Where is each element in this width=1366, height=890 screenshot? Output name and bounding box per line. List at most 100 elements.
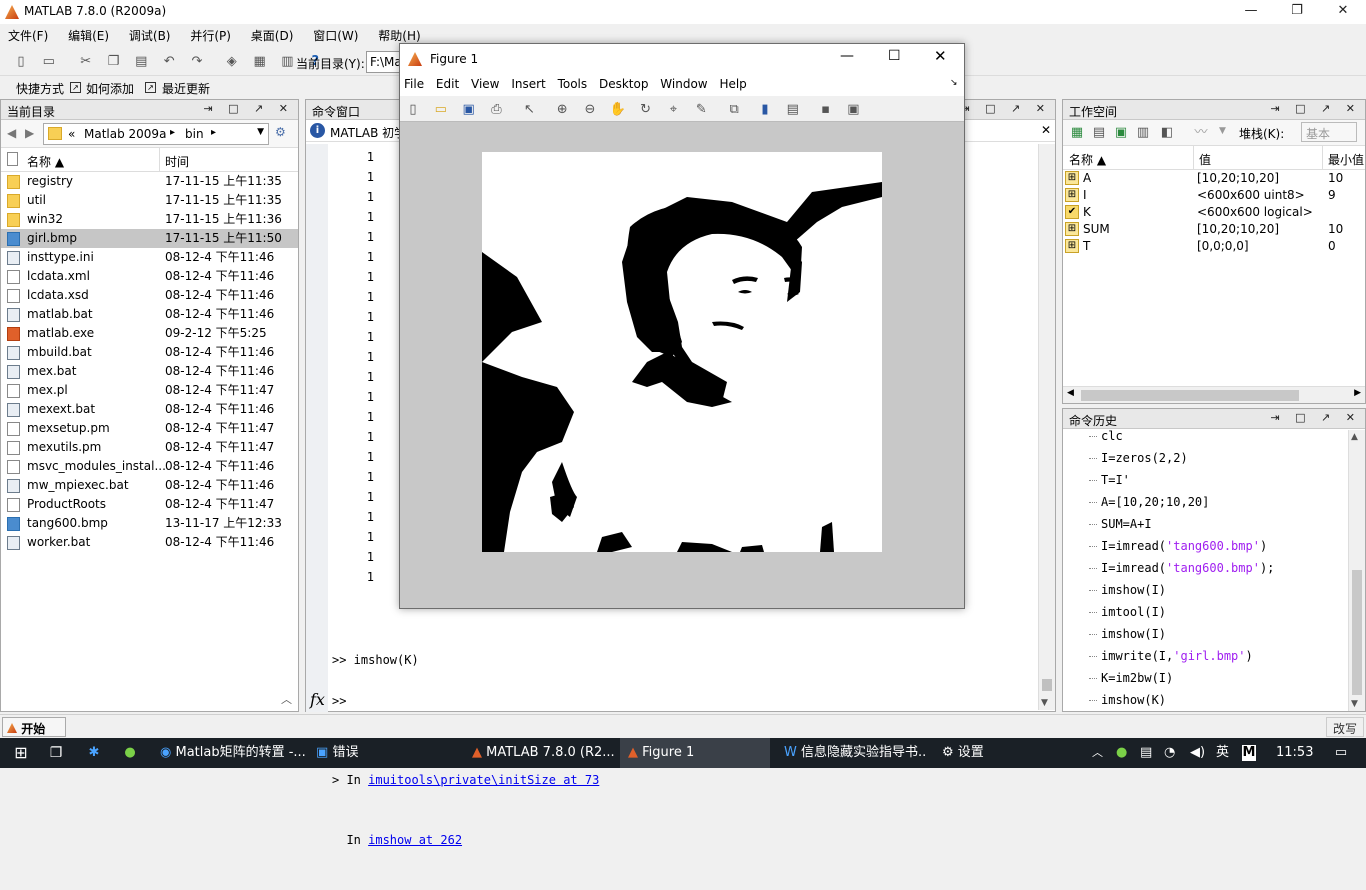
col-time-header[interactable]: 时间 <box>165 153 189 170</box>
panel-buttons[interactable]: ⇥ □ ↗ ✕ <box>203 102 294 115</box>
show-plot-tools-icon[interactable]: ▣ <box>842 99 864 121</box>
figure-menu-help[interactable]: Help <box>715 74 750 94</box>
figure-minimize-button[interactable]: — <box>840 48 854 64</box>
fx-icon[interactable]: fx <box>310 690 325 709</box>
dock-icon[interactable]: ↘ <box>950 78 958 88</box>
history-item[interactable]: I=zeros(2,2) <box>1063 447 1347 469</box>
menu-file[interactable]: 文件(F) <box>0 24 56 47</box>
variable-row[interactable]: ⊞ SUM [10,20;10,20] 10 <box>1063 221 1365 238</box>
open-folder-icon[interactable]: ▭ <box>38 51 60 73</box>
save-figure-icon[interactable]: ▣ <box>458 99 480 121</box>
file-row[interactable]: mexsetup.pm 08-12-4 下午11:47 <box>1 419 298 438</box>
col-name-header[interactable]: 名称 ▲ <box>27 153 64 170</box>
gear-icon[interactable]: ⚙ <box>275 125 286 139</box>
stack-select[interactable]: 基本 ▼ <box>1301 122 1357 156</box>
edit-plot-icon[interactable]: ↖ <box>518 99 540 121</box>
history-item[interactable]: imshow(I) <box>1063 623 1347 645</box>
new-file-icon[interactable]: ▯ <box>10 51 32 73</box>
taskbar-item[interactable]: ◉ Matlab矩阵的转置 -... <box>152 738 306 768</box>
file-row[interactable]: mexutils.pm 08-12-4 下午11:47 <box>1 438 298 457</box>
new-figure-icon[interactable]: ▯ <box>402 99 424 121</box>
variable-row[interactable]: ⊞ A [10,20;10,20] 10 <box>1063 170 1365 187</box>
minimize-button[interactable]: — <box>1228 0 1274 24</box>
file-row[interactable]: worker.bat 08-12-4 下午11:46 <box>1 533 298 552</box>
path-combobox[interactable]: « Matlab 2009a ▸ bin ▸ ▼ <box>43 123 269 145</box>
file-row[interactable]: mw_mpiexec.bat 08-12-4 下午11:46 <box>1 476 298 495</box>
trace-link[interactable]: imuitools\private\initSize at 73 <box>368 773 599 787</box>
redo-icon[interactable]: ↷ <box>186 51 208 73</box>
how-to-add-link[interactable]: 如何添加 <box>86 80 134 97</box>
link-plot-icon[interactable]: ⧉ <box>723 99 745 121</box>
data-cursor-icon[interactable]: ⌖ <box>662 99 684 121</box>
brush-icon[interactable]: ✎ <box>690 99 712 121</box>
menu-window[interactable]: 窗口(W) <box>305 24 366 47</box>
history-item[interactable]: clc <box>1063 425 1347 447</box>
file-row[interactable]: insttype.ini 08-12-4 下午11:46 <box>1 248 298 267</box>
hide-plot-tools-icon[interactable]: ▪ <box>815 99 837 121</box>
file-row[interactable]: lcdata.xsd 08-12-4 下午11:46 <box>1 286 298 305</box>
plot-dropdown-icon[interactable]: ▼ <box>1219 126 1226 136</box>
ime-indicator[interactable]: 英 <box>1216 738 1229 768</box>
notification-icon[interactable]: ▭ <box>1326 738 1356 768</box>
paste-icon[interactable]: ▤ <box>130 51 152 73</box>
taskbar-item[interactable]: ▲ MATLAB 7.8.0 (R2... <box>464 738 615 768</box>
figure-menu-tools[interactable]: Tools <box>554 74 592 94</box>
history-item[interactable]: I=imread('tang600.bmp'); <box>1063 557 1347 579</box>
close-info-icon[interactable]: ✕ <box>1041 123 1051 137</box>
plot-selection-icon[interactable]: 〰 <box>1190 122 1212 144</box>
back-icon[interactable]: ◀ <box>7 126 16 140</box>
copy-icon[interactable]: ❐ <box>102 51 124 73</box>
legend-icon[interactable]: ▤ <box>782 99 804 121</box>
open-variable-icon[interactable]: ▤ <box>1088 122 1110 144</box>
file-row[interactable]: girl.bmp 17-11-15 上午11:50 <box>1 229 298 248</box>
zoom-out-icon[interactable]: ⊖ <box>579 99 601 121</box>
tray-app-icon[interactable]: ● <box>1116 738 1127 768</box>
menu-desktop[interactable]: 桌面(D) <box>243 24 302 47</box>
figure-menu-desktop[interactable]: Desktop <box>595 74 653 94</box>
zoom-in-icon[interactable]: ⊕ <box>551 99 573 121</box>
guide-icon[interactable]: ▦ <box>249 51 271 73</box>
taskbar-item-active[interactable]: ▲ Figure 1 <box>620 738 770 768</box>
history-item[interactable]: imtool(I) <box>1063 601 1347 623</box>
wechat-icon[interactable]: ● <box>116 738 144 768</box>
file-row[interactable]: matlab.exe 09-2-12 下午5:25 <box>1 324 298 343</box>
file-row[interactable]: ProductRoots 08-12-4 下午11:47 <box>1 495 298 514</box>
history-item[interactable]: imwrite(I,'girl.bmp') <box>1063 645 1347 667</box>
tray-volume-icon[interactable]: ◀) <box>1190 738 1205 768</box>
panel-buttons[interactable]: ⇥ □ ↗ ✕ <box>960 102 1051 115</box>
path-segment[interactable]: bin <box>185 127 204 141</box>
undo-icon[interactable]: ↶ <box>158 51 180 73</box>
col-name-header[interactable]: 名称 ▲ <box>1069 151 1106 168</box>
figure-menu-edit[interactable]: Edit <box>432 74 463 94</box>
file-row[interactable]: registry 17-11-15 上午11:35 <box>1 172 298 191</box>
variable-row[interactable]: ⊞ I <600x600 uint8> 9 <box>1063 187 1365 204</box>
history-item[interactable]: imshow(K) <box>1063 689 1347 711</box>
history-item[interactable]: T=I' <box>1063 469 1347 491</box>
file-row[interactable]: util 17-11-15 上午11:35 <box>1 191 298 210</box>
history-item[interactable]: K=im2bw(I) <box>1063 667 1347 689</box>
col-value-header[interactable]: 值 <box>1199 151 1211 168</box>
file-row[interactable]: tang600.bmp 13-11-17 上午12:33 <box>1 514 298 533</box>
pan-icon[interactable]: ✋ <box>607 99 629 121</box>
save-workspace-icon[interactable]: ▥ <box>1132 122 1154 144</box>
menu-debug[interactable]: 调试(B) <box>121 24 179 47</box>
pinned-app-icon[interactable]: ✱ <box>80 738 108 768</box>
task-view-icon[interactable]: ❐ <box>42 738 70 768</box>
file-row[interactable]: msvc_modules_instal... 08-12-4 下午11:46 <box>1 457 298 476</box>
close-button[interactable]: ✕ <box>1320 0 1366 24</box>
simulink-icon[interactable]: ◈ <box>221 51 243 73</box>
figure-menu-view[interactable]: View <box>467 74 503 94</box>
tray-wifi-icon[interactable]: ◔ <box>1164 738 1175 768</box>
trace-link[interactable]: imshow at 262 <box>368 833 462 847</box>
command-scrollbar[interactable]: ▼ <box>1038 144 1055 710</box>
cut-icon[interactable]: ✂ <box>75 51 97 73</box>
forward-icon[interactable]: ▶ <box>25 126 34 140</box>
import-data-icon[interactable]: ▣ <box>1110 122 1132 144</box>
taskbar-item[interactable]: W 信息隐藏实验指导书... <box>776 738 926 768</box>
figure-maximize-button[interactable]: ☐ <box>888 48 901 64</box>
delete-variable-icon[interactable]: ◧ <box>1156 122 1178 144</box>
windows-start-icon[interactable]: ⊞ <box>6 738 36 768</box>
start-button[interactable]: 开始(S) <box>2 717 66 751</box>
restore-button[interactable]: ❐ <box>1274 0 1320 24</box>
menu-edit[interactable]: 编辑(E) <box>60 24 117 47</box>
